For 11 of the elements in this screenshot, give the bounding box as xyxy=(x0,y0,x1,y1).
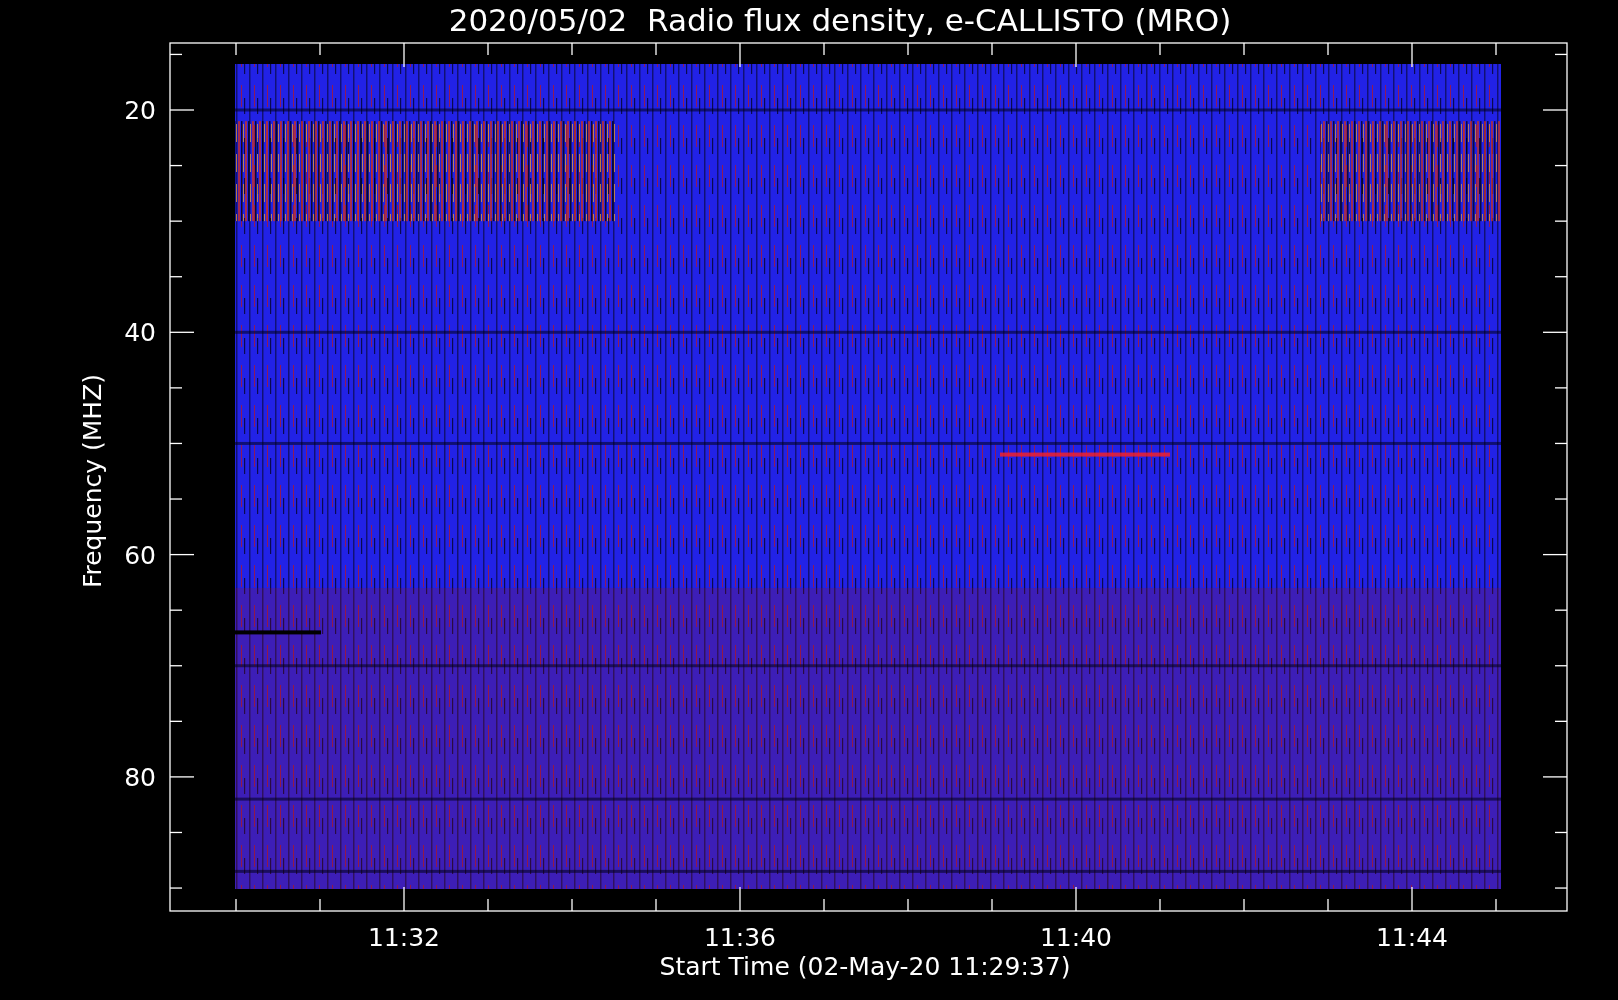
x-tick-label: 11:44 xyxy=(1376,923,1448,952)
x-tick-label: 11:40 xyxy=(1040,923,1112,952)
x-axis-title: Start Time (02-May-20 11:29:37) xyxy=(659,952,1071,981)
x-tick-label: 11:36 xyxy=(704,923,776,952)
y-tick-label: 60 xyxy=(124,540,156,570)
y-tick-label: 20 xyxy=(124,96,156,125)
y-tick-label: 40 xyxy=(124,318,156,348)
y-tick-label: 80 xyxy=(124,762,156,792)
chart-title: 2020/05/02 Radio flux density, e-CALLISTO (MRO) xyxy=(448,2,1232,38)
x-tick-label: 11:32 xyxy=(368,923,440,952)
y-axis-title: Frequency (MHZ) xyxy=(78,373,107,589)
